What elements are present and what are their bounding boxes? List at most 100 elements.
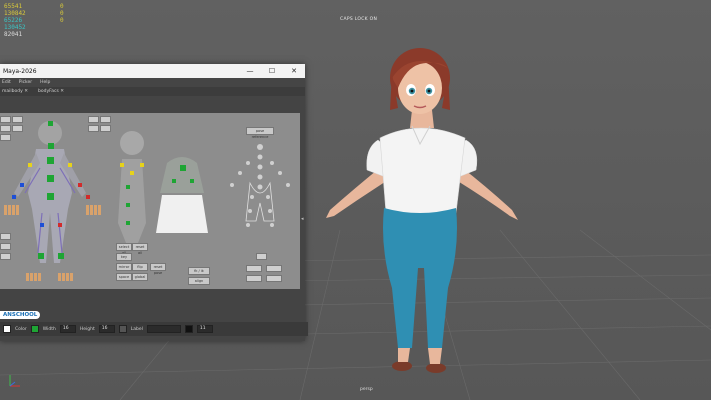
body-picker-silhouette bbox=[14, 121, 86, 263]
picker-side-button[interactable] bbox=[266, 265, 282, 272]
axis-gizmo-icon bbox=[9, 375, 20, 387]
picker-side-button[interactable] bbox=[88, 116, 99, 123]
ctrl-elbow-r[interactable] bbox=[20, 183, 24, 187]
white-swatch[interactable] bbox=[3, 325, 11, 333]
minimize-icon[interactable]: — bbox=[239, 67, 261, 75]
picker-canvas[interactable]: pose reference select all reset all key … bbox=[0, 113, 300, 289]
picker-side-button[interactable] bbox=[12, 125, 23, 132]
mirror-button[interactable]: mirror bbox=[116, 263, 132, 271]
picker-side-button[interactable] bbox=[0, 134, 11, 141]
window-titlebar[interactable]: Maya-2026 — ☐ ✕ bbox=[0, 64, 305, 78]
menu-edit[interactable]: Edit bbox=[2, 80, 11, 85]
fingers-r-grid[interactable] bbox=[4, 205, 20, 215]
ctrl-torso-c[interactable] bbox=[126, 221, 130, 225]
pose-reference-button[interactable]: pose reference bbox=[246, 127, 274, 139]
align-button[interactable]: align bbox=[188, 277, 210, 285]
hud-line-edges: 130842 bbox=[4, 10, 26, 17]
close-icon[interactable]: ✕ bbox=[283, 67, 305, 75]
picker-side-button[interactable] bbox=[0, 233, 11, 240]
picker-side-button[interactable] bbox=[246, 275, 262, 282]
select-all-button[interactable]: select all bbox=[116, 243, 132, 255]
fingers-l-grid[interactable] bbox=[86, 205, 102, 215]
height-label: Height bbox=[79, 326, 95, 332]
hud-line-faces: 65226 bbox=[4, 17, 23, 24]
ctrl-cloth-a[interactable] bbox=[180, 165, 186, 171]
global-button[interactable]: global bbox=[132, 273, 148, 281]
menu-help[interactable]: Help bbox=[40, 80, 50, 85]
ctrl-wrist-r[interactable] bbox=[12, 195, 16, 199]
panel-splitter-icon[interactable]: ◂ bbox=[301, 216, 305, 222]
picker-window[interactable]: Maya-2026 — ☐ ✕ Edit Picker Help mailbod… bbox=[0, 64, 308, 341]
picker-side-button[interactable] bbox=[256, 253, 267, 260]
watermark-badge: ANSCHOOL bbox=[0, 311, 41, 319]
ctrl-foot-r[interactable] bbox=[38, 253, 44, 259]
picker-side-button[interactable] bbox=[0, 116, 11, 123]
width-input[interactable]: 16 bbox=[59, 325, 76, 333]
picker-side-button[interactable] bbox=[100, 125, 111, 132]
hud-side-values: 0 0 0 bbox=[60, 3, 64, 24]
ctrl-foot-l[interactable] bbox=[58, 253, 64, 259]
picker-bottom-toolbar: Color Width 16 Height 16 Label 11 bbox=[0, 322, 308, 336]
ctrl-wrist-l[interactable] bbox=[86, 195, 90, 199]
label-color-swatch[interactable] bbox=[184, 325, 193, 333]
hud-line-tris: 130452 bbox=[4, 24, 26, 31]
label-toggle[interactable] bbox=[118, 325, 127, 333]
tab-bodyfacs[interactable]: bodyFacs ✕ bbox=[38, 89, 64, 94]
camera-label: persp bbox=[360, 387, 373, 392]
window-title: Maya-2026 bbox=[3, 67, 37, 75]
picker-side-button[interactable] bbox=[100, 116, 111, 123]
reset-all-button[interactable]: reset all bbox=[132, 243, 148, 255]
ctrl-head[interactable] bbox=[48, 121, 53, 126]
ctrl-chest[interactable] bbox=[47, 157, 54, 164]
tab-mailbody[interactable]: mailbody ✕ bbox=[2, 89, 28, 94]
menu-picker[interactable]: Picker bbox=[19, 80, 32, 85]
picker-side-button[interactable] bbox=[0, 243, 11, 250]
label-size-input[interactable]: 11 bbox=[196, 325, 213, 333]
ctrl-face-r[interactable] bbox=[120, 163, 124, 167]
ctrl-torso-a[interactable] bbox=[126, 185, 130, 189]
picker-side-button[interactable] bbox=[246, 265, 262, 272]
ctrl-knee-l[interactable] bbox=[58, 223, 62, 227]
ctrl-jaw[interactable] bbox=[130, 171, 134, 175]
ctrl-hip[interactable] bbox=[47, 193, 54, 200]
flip-button[interactable]: flip bbox=[132, 263, 148, 271]
label-input[interactable] bbox=[146, 325, 181, 333]
ctrl-spine[interactable] bbox=[47, 175, 54, 182]
fk-ik-button[interactable]: fk / ik bbox=[188, 267, 210, 275]
hud-side-value: 0 bbox=[60, 10, 64, 17]
space-button[interactable]: space bbox=[116, 273, 132, 281]
ctrl-knee-r[interactable] bbox=[40, 223, 44, 227]
reset-pose-button[interactable]: reset pose bbox=[150, 263, 166, 275]
key-button[interactable]: key bbox=[116, 253, 132, 261]
ctrl-neck[interactable] bbox=[48, 143, 54, 149]
picker-side-button[interactable] bbox=[88, 125, 99, 132]
ctrl-shoulder-r[interactable] bbox=[28, 163, 32, 167]
label-label: Label bbox=[130, 326, 143, 332]
poly-count-hud: 65541 130842 65226 130452 82041 bbox=[4, 3, 26, 38]
picker-side-button[interactable] bbox=[266, 275, 282, 282]
toes-r-grid[interactable] bbox=[26, 273, 42, 281]
maximize-icon[interactable]: ☐ bbox=[261, 67, 283, 75]
picker-side-button[interactable] bbox=[0, 125, 11, 132]
picker-side-button[interactable] bbox=[12, 116, 23, 123]
hud-line-verts: 65541 bbox=[4, 3, 23, 10]
picker-side-button[interactable] bbox=[0, 253, 11, 260]
hud-side-value: 0 bbox=[60, 17, 64, 24]
window-menubar: Edit Picker Help bbox=[0, 78, 305, 87]
ctrl-shoulder-l[interactable] bbox=[68, 163, 72, 167]
character-model[interactable] bbox=[320, 48, 525, 383]
height-input[interactable]: 16 bbox=[98, 325, 115, 333]
hud-side-value: 0 bbox=[60, 3, 64, 10]
ctrl-torso-b[interactable] bbox=[126, 203, 130, 207]
hud-line-uvs: 82041 bbox=[4, 31, 23, 38]
skeleton-picker bbox=[230, 144, 290, 227]
ctrl-elbow-l[interactable] bbox=[78, 183, 82, 187]
ctrl-cloth-b[interactable] bbox=[172, 179, 176, 183]
caps-lock-indicator: CAPS LOCK ON bbox=[340, 17, 378, 22]
toes-l-grid[interactable] bbox=[58, 273, 74, 281]
ctrl-face-l[interactable] bbox=[140, 163, 144, 167]
color-swatch[interactable] bbox=[30, 325, 39, 333]
width-label: Width bbox=[42, 326, 56, 332]
ctrl-cloth-c[interactable] bbox=[190, 179, 194, 183]
picker-tabbar: mailbody ✕ bodyFacs ✕ bbox=[0, 87, 305, 96]
